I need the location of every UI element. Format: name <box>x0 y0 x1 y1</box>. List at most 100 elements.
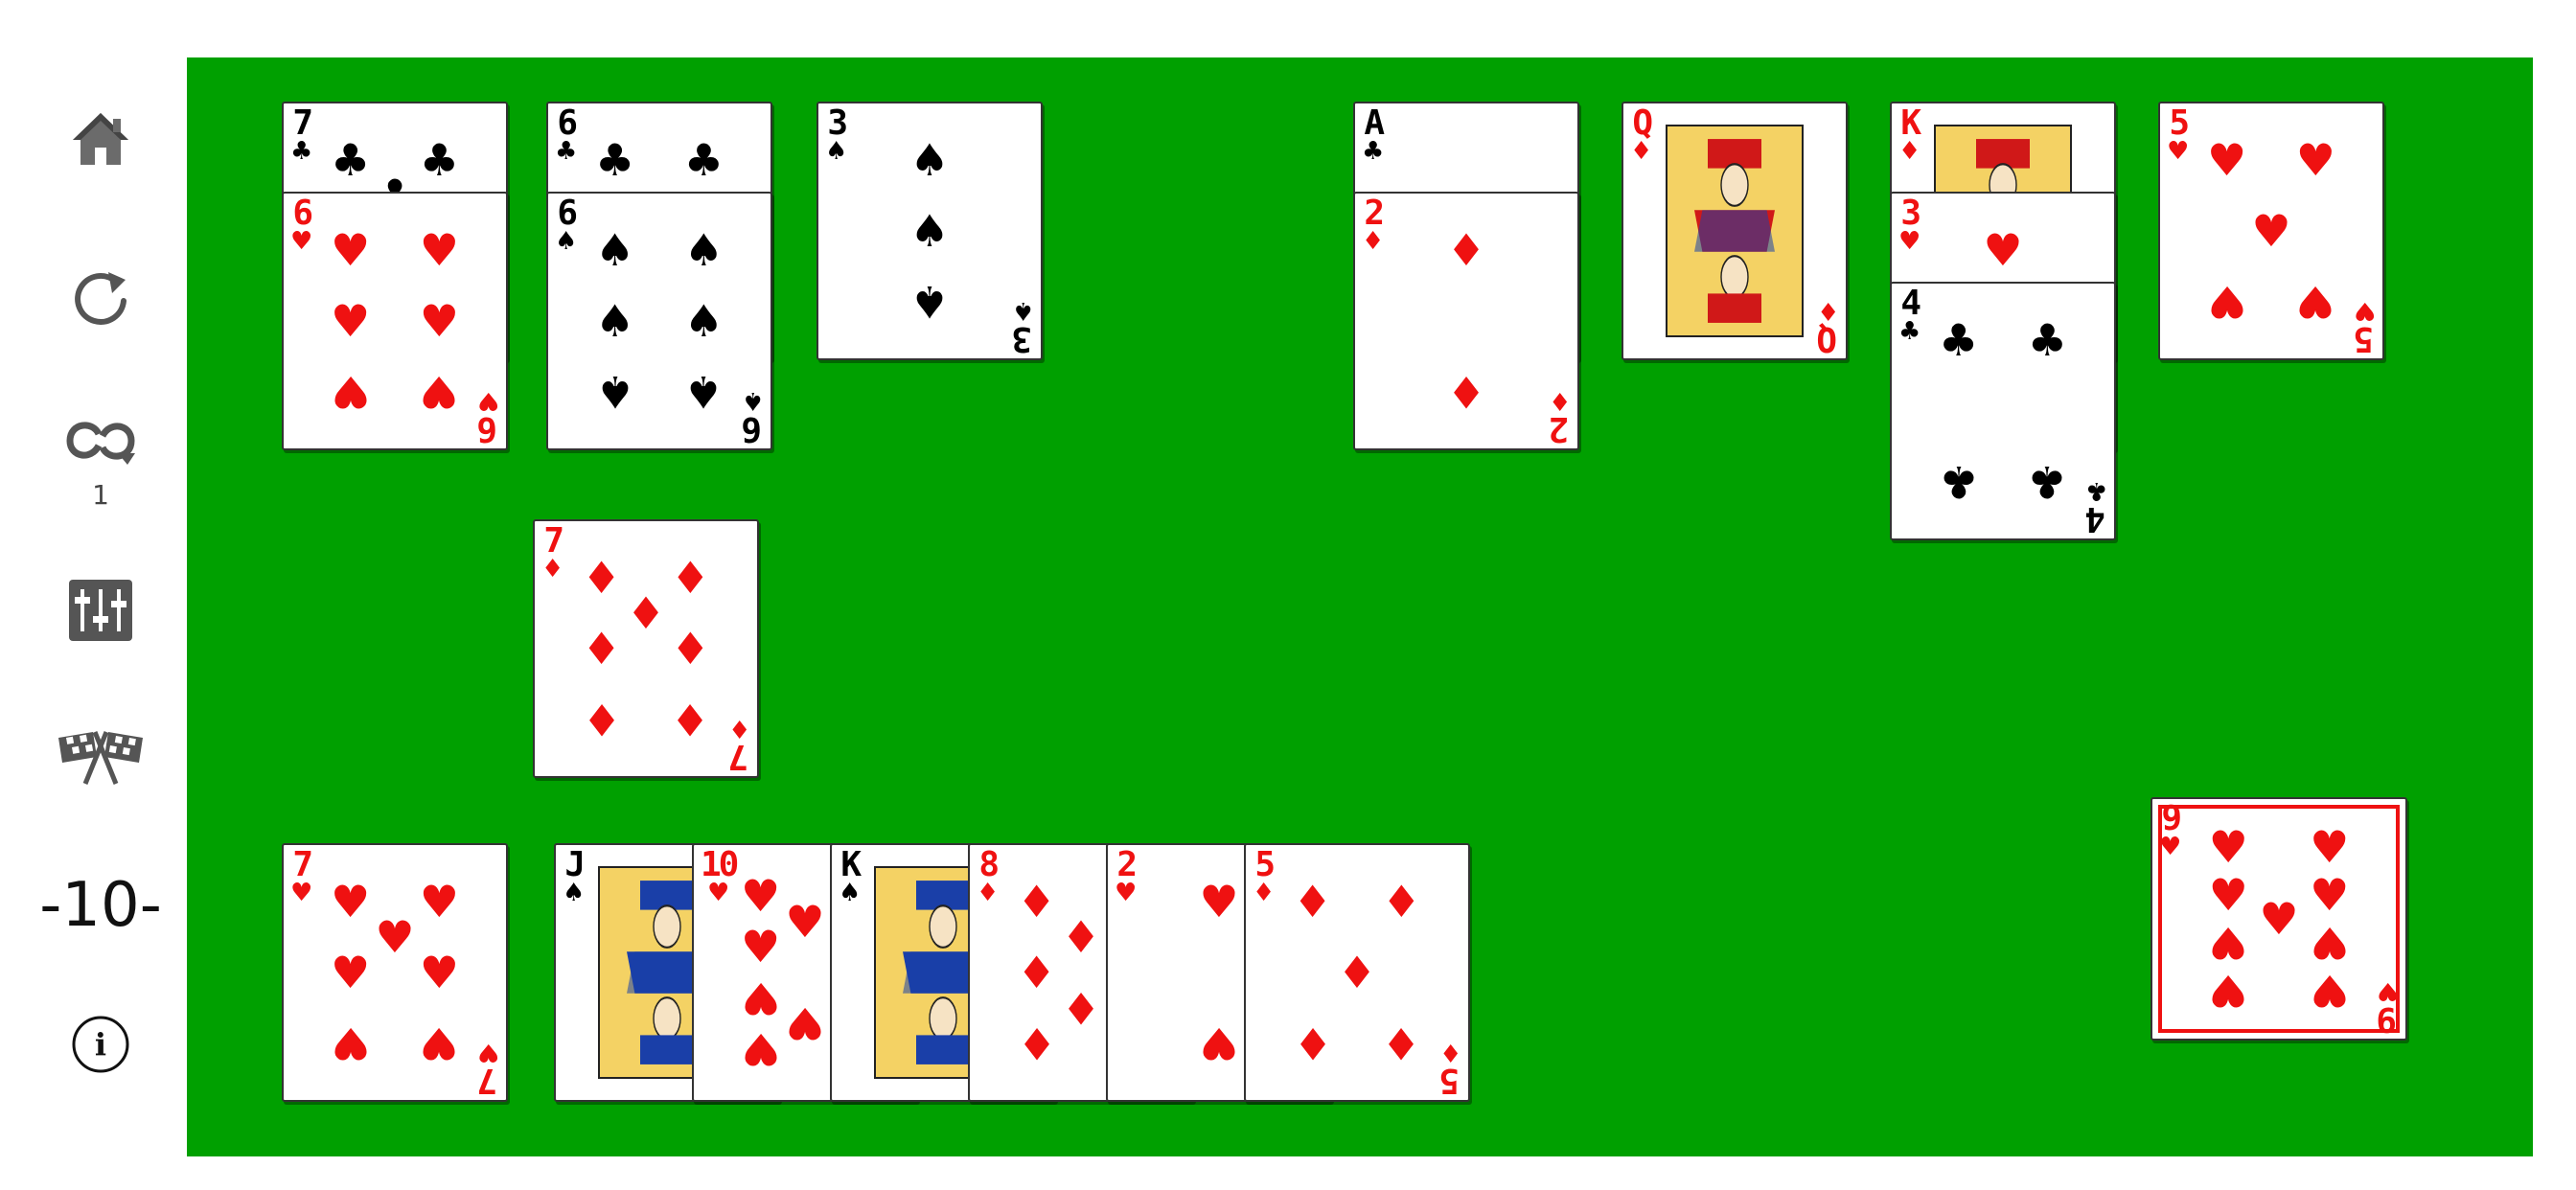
card-pip: ♦ <box>1016 875 1057 927</box>
card-rank: 4 <box>1900 284 1921 323</box>
redeal-count: 1 <box>92 478 109 511</box>
card-rank: 2 <box>1551 409 1569 448</box>
card-index: 6 ♥ <box>477 386 499 448</box>
card-index: K♦ <box>1898 103 1921 165</box>
card-pip: ♥ <box>740 921 781 973</box>
game-table: ♣♣♣♣♣♣♣7♣7♣♥♥♥♥♥♥6♥6♥♣♣♣♣♣♣6♣6♣♠♠♠♠♠♠6♠6… <box>187 57 2533 1156</box>
card-pip: ♥ <box>330 1018 371 1070</box>
card-index: 6♣ <box>555 106 578 165</box>
card-pip: ♥ <box>785 997 825 1050</box>
card-pip: ♥ <box>330 947 371 998</box>
playing-card[interactable]: ♠ ♠ ♠ 3 ♠ 3 ♠ <box>816 102 1043 360</box>
card-rank: A <box>1364 103 1385 143</box>
card-index: 7 ♦ <box>728 714 750 776</box>
card-index: 2 ♦ <box>1362 194 1385 256</box>
card-rank: 5 <box>2169 103 2190 143</box>
card-suit: ♥ <box>476 1038 499 1066</box>
card-index: 7 ♥ <box>290 845 313 906</box>
card-suit: ♥ <box>2167 137 2190 166</box>
card-suit: ♠ <box>555 227 578 256</box>
playing-card[interactable]: ♥ ♥ ♥ ♥ ♥ 5 ♥ 5 ♥ <box>2158 102 2384 360</box>
card-pip: ♥ <box>330 875 371 927</box>
card-rank: 3 <box>1014 319 1032 358</box>
card-pip: ♥ <box>2208 869 2248 921</box>
card-pip: ♦ <box>1337 947 1377 998</box>
card-rank: 7 <box>543 521 564 561</box>
card-pip: ♥ <box>2310 869 2350 921</box>
redeal-icon <box>66 422 135 465</box>
card-rank: 7 <box>730 737 748 776</box>
card-suit: ♥ <box>707 879 730 907</box>
card-pip: ♥ <box>419 875 460 927</box>
info-button[interactable]: i <box>0 1011 201 1078</box>
card-pip: ♥ <box>2310 821 2350 873</box>
card-rank: 2 <box>1116 845 1138 884</box>
card-pip: ♦ <box>1292 1018 1333 1070</box>
card-pip: ♣ <box>1938 456 1979 509</box>
card-pip: ♠ <box>683 223 724 276</box>
playing-card[interactable]: ♥ ♥ ♥ ♥ ♥ ♥ 6 ♥ 6 ♥ <box>282 192 508 450</box>
card-index: K♠ <box>839 848 862 907</box>
card-rank: 8 <box>978 845 1000 884</box>
card-pip: ♦ <box>581 623 622 675</box>
playing-card[interactable]: ♥ ♥ ♥ ♥ ♥ ♥ ♥ 7 ♥ 7 ♥ <box>282 843 508 1102</box>
card-suit: ♠ <box>741 386 764 415</box>
card-pip: ♣ <box>1938 313 1979 366</box>
card-suit: ♦ <box>1630 137 1653 166</box>
card-pip: ♥ <box>2206 133 2247 186</box>
card-pip: ♥ <box>2295 133 2336 186</box>
card-index: 6 ♠ <box>741 386 764 448</box>
card-pip: ♥ <box>2208 821 2248 873</box>
card-suit: ♥ <box>1115 879 1138 907</box>
card-suit: ♦ <box>1548 386 1571 415</box>
card-pip: ♥ <box>419 295 460 347</box>
card-rank: Q <box>1819 319 1837 358</box>
playing-card[interactable]: ♦ ♦ 2 ♦ 2 ♦ <box>1353 192 1579 450</box>
card-index: 2♥ <box>1115 845 1138 907</box>
card-rank: 6 <box>557 194 578 233</box>
card-suit: ♠ <box>839 879 862 907</box>
card-index: 9 ♥ <box>2159 802 2182 860</box>
info-icon: i <box>72 1016 129 1073</box>
card-suit: ♦ <box>1253 879 1276 907</box>
card-pip: ♠ <box>594 295 635 347</box>
playing-card[interactable]: ♠ ♠ ♠ ♠ ♠ ♠ 6 ♠ 6 ♠ <box>546 192 772 450</box>
settings-button[interactable] <box>0 577 201 644</box>
playing-card[interactable]: ♥ ♥ ♥ ♥ ♥ ♥ ♥ ♥ ♥ 9 ♥ 9 ♥ <box>2150 797 2407 1041</box>
card-index: 7 ♥ <box>476 1038 499 1100</box>
card-rank: 7 <box>479 1061 497 1100</box>
playing-card[interactable]: Q ♦ Q ♦ <box>1622 102 1848 360</box>
card-rank: 6 <box>292 194 313 233</box>
card-suit: ♦ <box>1816 296 1839 325</box>
redeal-button[interactable] <box>0 407 201 474</box>
card-pip: ♥ <box>1199 1018 1239 1070</box>
card-index: Q ♦ <box>1630 106 1653 166</box>
card-rank: 6 <box>479 409 497 448</box>
card-pip: ♥ <box>2295 276 2336 329</box>
card-suit: ♠ <box>825 137 848 166</box>
card-index: 4 ♣ <box>2085 476 2107 538</box>
card-pip: ♦ <box>1446 366 1486 419</box>
restart-button[interactable] <box>0 259 201 335</box>
checkered-flags-icon <box>58 731 143 785</box>
playing-card[interactable]: ♦ ♦ ♦ ♦ ♦ ♦ ♦ 7 ♦ 7 ♦ <box>533 519 759 778</box>
card-pip: ♦ <box>1292 875 1333 927</box>
card-pip: ♥ <box>2206 276 2247 329</box>
card-suit: ♦ <box>1362 227 1385 256</box>
card-pip: ♥ <box>419 223 460 276</box>
card-rank: 7 <box>292 845 313 884</box>
card-pip: ♦ <box>1446 223 1486 276</box>
card-suit: ♠ <box>563 879 586 907</box>
card-pip: ♦ <box>670 694 711 746</box>
card-pip: ♥ <box>2310 917 2350 969</box>
playing-card[interactable]: ♣ ♣ ♣ ♣ 4 ♣ 4 ♣ <box>1890 282 2116 540</box>
card-rank: 2 <box>1364 194 1385 233</box>
home-button[interactable] <box>0 105 201 172</box>
card-pip: ♦ <box>581 551 622 604</box>
finish-button[interactable] <box>0 723 201 790</box>
card-pip: ♥ <box>375 910 415 963</box>
card-rank: 6 <box>744 409 762 448</box>
playing-card[interactable]: ♦ ♦ ♦ ♦ ♦ 5 ♦ 5 ♦ <box>1244 843 1470 1102</box>
card-rank: K <box>1900 103 1921 143</box>
score-display: -10- <box>39 870 162 941</box>
